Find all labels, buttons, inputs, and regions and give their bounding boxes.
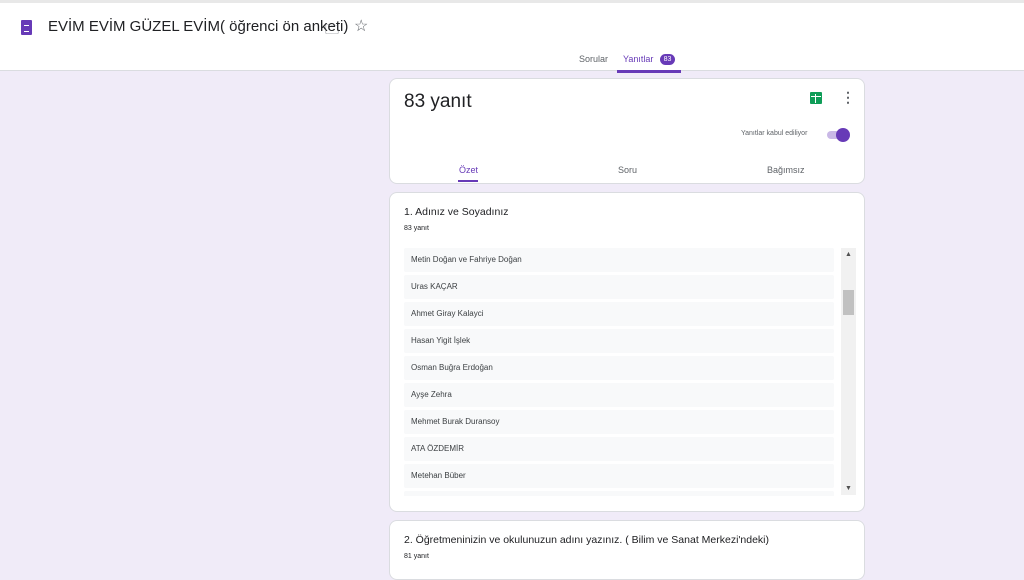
scroll-down-icon[interactable]: ▼ — [845, 485, 852, 492]
tab-yanitlar[interactable]: Yanıtlar — [623, 54, 653, 64]
list-item: Metin Doğan ve Fahriye Doğan — [404, 248, 834, 272]
tab-soru[interactable]: Soru — [618, 165, 637, 175]
list-item: Hasan Yigit İşlek — [404, 329, 834, 353]
tab-sorular[interactable]: Sorular — [579, 54, 608, 64]
tab-ozet[interactable]: Özet — [459, 165, 478, 175]
list-item: Ahmet Giray Kalayci — [404, 302, 834, 326]
question-title: 1. Adınız ve Soyadınız — [404, 206, 509, 218]
question-response-count: 83 yanıt — [404, 225, 429, 232]
list-item: Mehmet Burak Duransoy — [404, 410, 834, 434]
question-card: 1. Adınız ve Soyadınız 83 yanıt Metin Do… — [389, 192, 865, 512]
responses-summary-card: 83 yanıt ⋮ Yanıtlar kabul ediliyor Özet … — [389, 78, 865, 184]
list-item: Osman Buğra Erdoğan — [404, 356, 834, 380]
scroll-thumb[interactable] — [843, 290, 854, 315]
active-tab-indicator — [617, 70, 681, 73]
list-item: Uras KAÇAR — [404, 275, 834, 299]
toggle-knob — [836, 128, 850, 142]
star-icon[interactable]: ☆ — [354, 16, 368, 36]
folder-icon[interactable]: 🗀 — [325, 19, 339, 43]
answers-scrollbar[interactable]: ▲ ▼ — [841, 248, 856, 495]
active-subtab-indicator — [458, 180, 478, 182]
question-title: 2. Öğretmeninizin ve okulunuzun adını ya… — [404, 534, 770, 546]
form-title[interactable]: EVİM EVİM GÜZEL EVİM( öğrenci ön anketi) — [48, 18, 348, 35]
app-header: EVİM EVİM GÜZEL EVİM( öğrenci ön anketi)… — [0, 0, 1024, 73]
list-item — [404, 491, 834, 496]
responses-badge: 83 — [660, 54, 675, 65]
answers-list: Metin Doğan ve Fahriye Doğan Uras KAÇAR … — [404, 248, 834, 496]
more-options-icon[interactable]: ⋮ — [841, 89, 855, 106]
list-item: Ayşe Zehra — [404, 383, 834, 407]
forms-doc-icon[interactable] — [21, 20, 32, 35]
list-item: Metehan Büber — [404, 464, 834, 488]
list-item: ATA ÖZDEMİR — [404, 437, 834, 461]
scroll-up-icon[interactable]: ▲ — [845, 251, 852, 258]
accepting-responses-label: Yanıtlar kabul ediliyor — [741, 130, 808, 137]
sheets-icon[interactable] — [810, 92, 822, 104]
question-card: 2. Öğretmeninizin ve okulunuzun adını ya… — [389, 520, 865, 580]
response-count: 83 yanıt — [404, 91, 472, 112]
question-response-count: 81 yanıt — [404, 553, 429, 560]
accepting-responses-toggle[interactable] — [827, 128, 850, 142]
tab-bagimsiz[interactable]: Bağımsız — [767, 165, 805, 175]
